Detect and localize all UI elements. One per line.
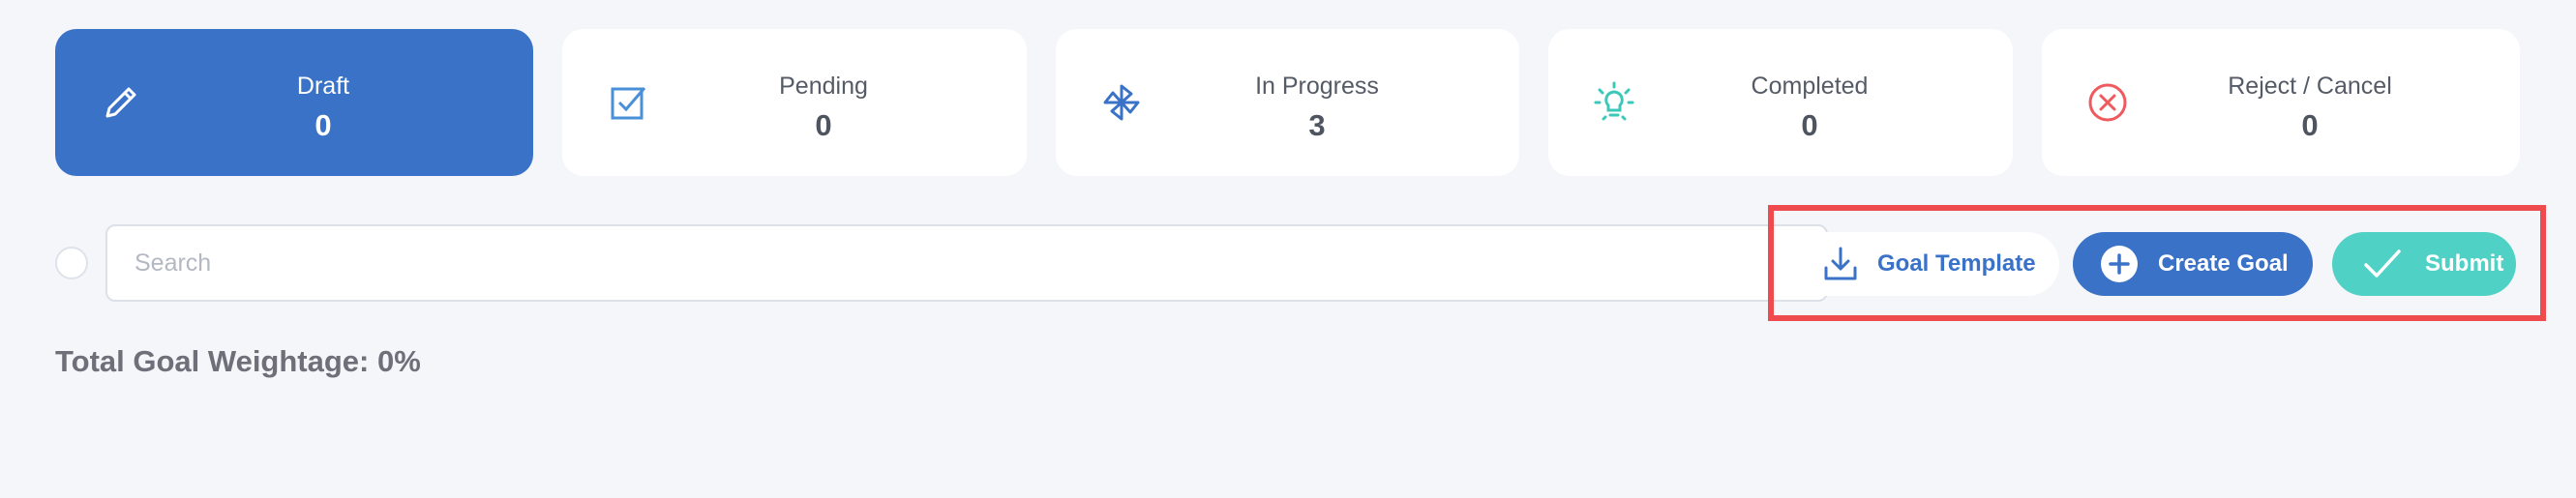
create-goal-button[interactable]: Create Goal <box>2073 232 2313 296</box>
status-card-label: Reject / Cancel <box>2228 73 2392 100</box>
search-input[interactable] <box>105 224 1828 302</box>
status-card-count: 0 <box>1801 108 1818 142</box>
status-card-reject-cancel[interactable]: Reject / Cancel 0 <box>2042 29 2520 176</box>
status-card-label: In Progress <box>1255 73 1379 100</box>
status-card-label: Draft <box>296 73 350 100</box>
status-card-label: Completed <box>1751 73 1869 100</box>
status-card-completed[interactable]: Completed 0 <box>1548 29 2013 176</box>
status-card-count: 0 <box>2301 108 2319 142</box>
plus-circle-icon <box>2100 245 2139 283</box>
download-icon <box>1821 245 1860 283</box>
pencil-icon <box>94 75 148 130</box>
submit-label: Submit <box>2425 250 2504 277</box>
goal-template-button[interactable]: Goal Template <box>1790 232 2059 296</box>
select-all-radio[interactable] <box>55 247 88 279</box>
total-goal-weightage: Total Goal Weightage: 0% <box>55 344 421 378</box>
status-card-count: 0 <box>815 108 832 142</box>
status-card-count: 3 <box>1308 108 1326 142</box>
status-card-label: Pending <box>779 73 868 100</box>
goal-template-label: Goal Template <box>1877 250 2036 277</box>
status-card-pending[interactable]: Pending 0 <box>562 29 1027 176</box>
checkbox-icon <box>601 75 655 130</box>
submit-button[interactable]: Submit <box>2332 232 2516 296</box>
status-card-in-progress[interactable]: In Progress 3 <box>1056 29 1519 176</box>
status-card-count: 0 <box>315 108 332 142</box>
lightbulb-icon <box>1587 75 1641 130</box>
cancel-circle-icon <box>2081 75 2135 130</box>
pinwheel-icon <box>1094 75 1149 130</box>
create-goal-label: Create Goal <box>2158 250 2289 277</box>
checkmark-icon <box>2363 248 2402 280</box>
status-card-draft[interactable]: Draft 0 <box>55 29 533 176</box>
